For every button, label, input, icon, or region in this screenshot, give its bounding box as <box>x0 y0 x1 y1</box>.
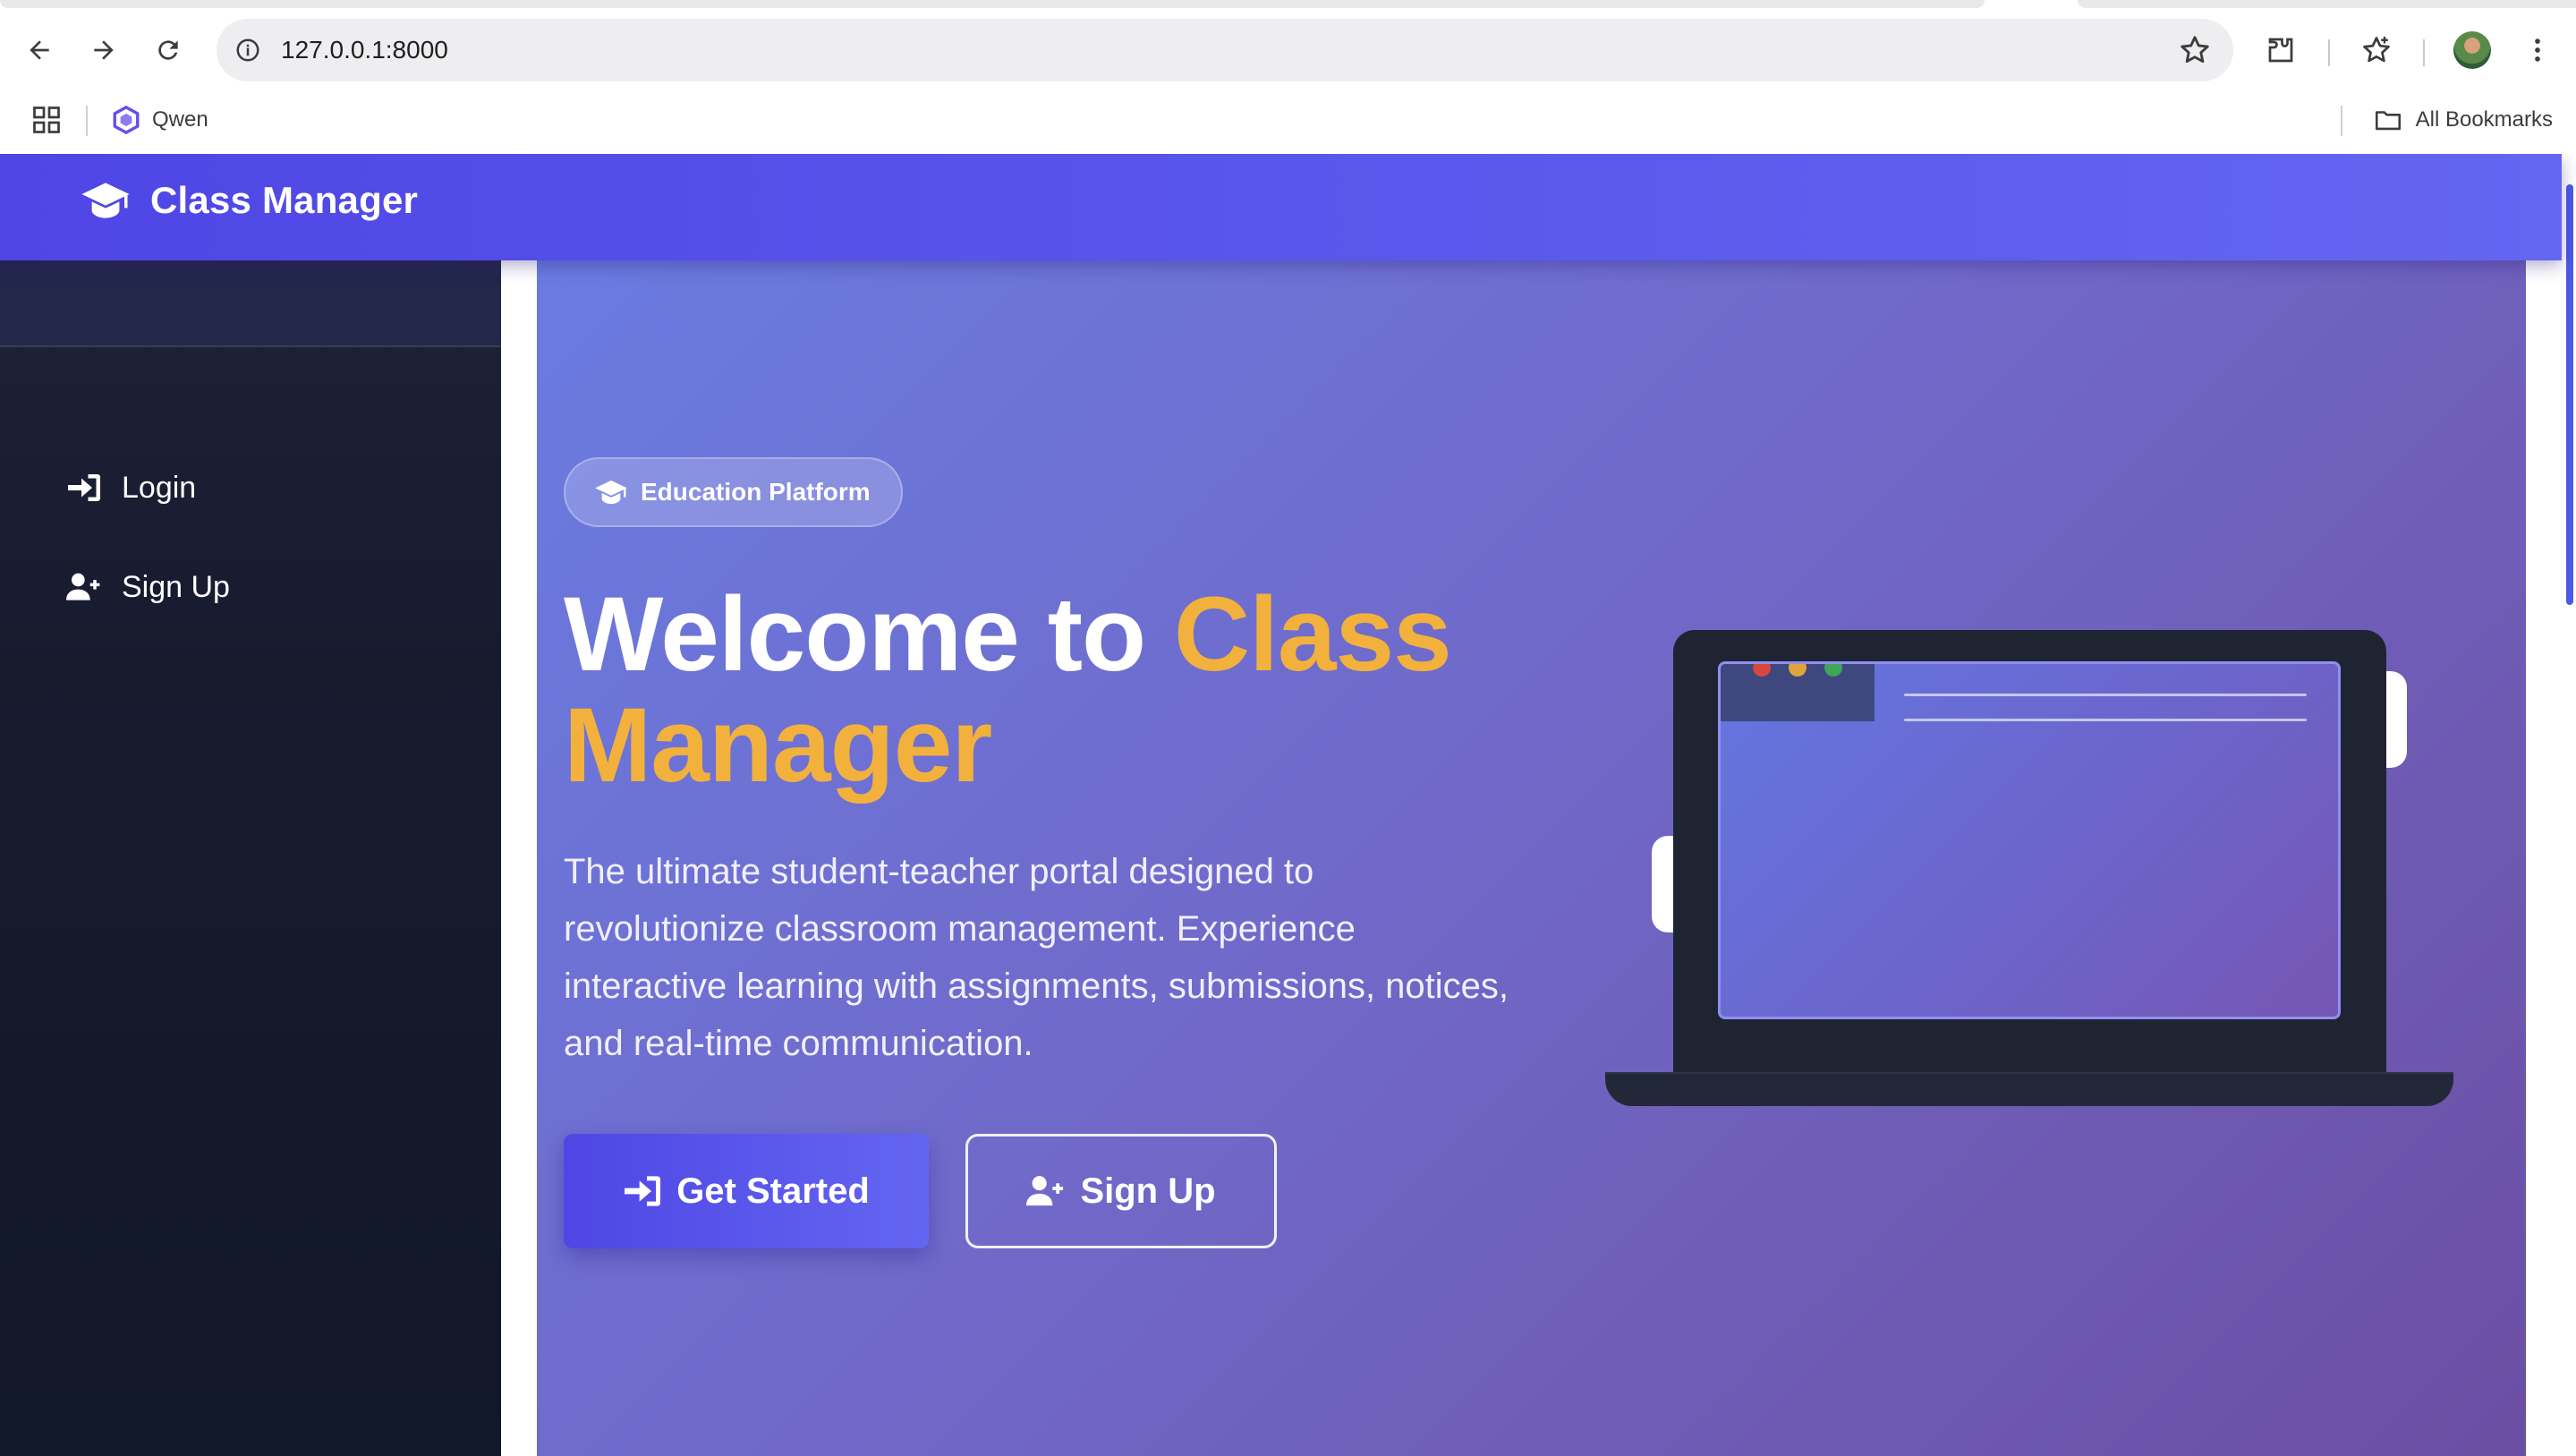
badge-label: Education Platform <box>641 478 871 506</box>
bookmarks-bar: Qwen All Bookmarks <box>0 89 2576 154</box>
apps-grid-icon[interactable] <box>30 104 63 136</box>
hero-description: The ultimate student-teacher portal desi… <box>564 852 1509 1063</box>
all-bookmarks[interactable]: All Bookmarks <box>2373 102 2553 138</box>
graduation-cap-icon <box>81 183 130 218</box>
user-plus-icon <box>66 573 100 600</box>
sidebar: Login Sign Up <box>0 260 501 1456</box>
category-badge: Education Platform <box>564 457 903 527</box>
graduation-cap-icon <box>595 480 627 505</box>
url-text[interactable]: 127.0.0.1:8000 <box>281 36 448 64</box>
get-started-button[interactable]: Get Started <box>564 1134 929 1248</box>
button-label: Get Started <box>676 1171 870 1211</box>
toolbar-divider <box>2328 39 2330 66</box>
browser-toolbar: 127.0.0.1:8000 <box>0 11 2576 89</box>
screen-line <box>1904 694 2307 696</box>
sidebar-item-label: Sign Up <box>122 569 230 604</box>
address-bar[interactable]: 127.0.0.1:8000 <box>217 19 2233 81</box>
laptop-base <box>1605 1072 2453 1106</box>
folder-icon <box>2375 111 2401 131</box>
bookmarks-star-icon[interactable] <box>2359 32 2394 68</box>
toolbar-divider <box>2423 39 2425 66</box>
back-icon[interactable] <box>18 29 61 72</box>
hero-title: Welcome to Class Manager <box>564 579 1566 801</box>
laptop-screen <box>1718 661 2341 1019</box>
sidebar-header <box>0 260 501 347</box>
bookmark-divider <box>2341 106 2342 136</box>
all-bookmarks-label: All Bookmarks <box>2415 107 2553 132</box>
profile-avatar[interactable] <box>2453 31 2491 69</box>
user-plus-icon <box>1026 1176 1064 1206</box>
browser-tab[interactable] <box>0 0 1985 8</box>
bookmark-divider <box>86 106 88 136</box>
page-viewport: Class Manager Login Sign Up Education Pl… <box>0 154 2576 1456</box>
scrollbar-thumb[interactable] <box>2566 184 2573 605</box>
bookmark-star-icon[interactable] <box>2178 33 2212 67</box>
bookmark-qwen[interactable]: Qwen <box>111 102 208 138</box>
reload-icon[interactable] <box>147 29 190 72</box>
extensions-icon[interactable] <box>2263 32 2299 68</box>
sidebar-item-login[interactable]: Login <box>66 463 196 513</box>
screen-line <box>1904 719 2307 721</box>
browser-tab[interactable] <box>2078 0 2576 8</box>
button-label: Sign Up <box>1080 1171 1216 1211</box>
tab-strip <box>0 0 2576 11</box>
hero-title-plain: Welcome to <box>564 575 1174 694</box>
brand-link[interactable]: Class Manager <box>81 179 418 222</box>
sidebar-item-label: Login <box>122 470 197 505</box>
sidebar-item-signup[interactable]: Sign Up <box>66 562 230 612</box>
site-info-icon[interactable] <box>229 31 267 69</box>
page-scrollbar[interactable] <box>2562 154 2576 1456</box>
more-menu-icon[interactable] <box>2520 32 2555 68</box>
brand-name: Class Manager <box>150 179 419 221</box>
sign-up-button[interactable]: Sign Up <box>965 1134 1277 1248</box>
app-navbar: Class Manager <box>0 154 2562 260</box>
qwen-logo-icon <box>113 105 140 135</box>
sign-in-icon <box>625 1176 661 1206</box>
bookmark-label: Qwen <box>152 107 208 132</box>
sign-in-icon <box>68 474 100 501</box>
forward-icon[interactable] <box>82 29 125 72</box>
